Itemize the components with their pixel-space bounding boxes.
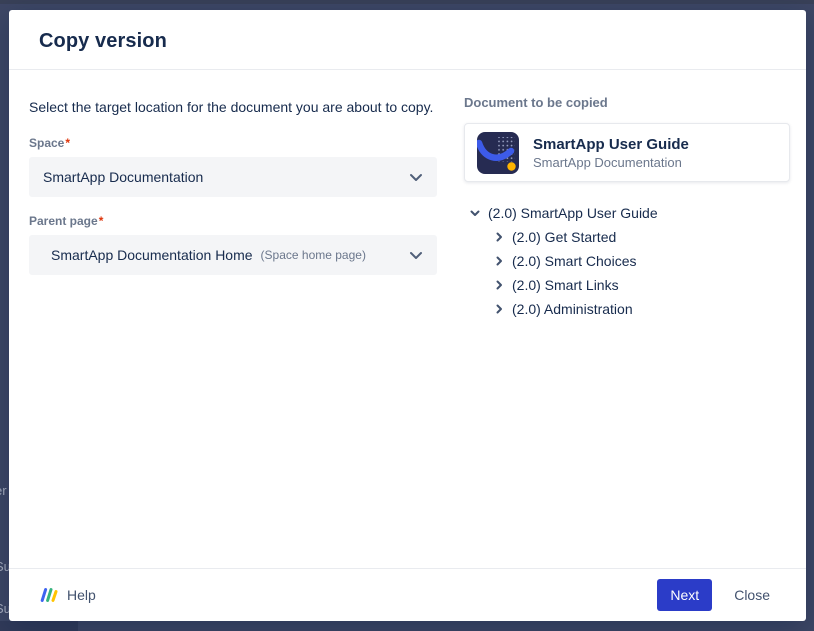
- tree-item-label: (2.0) Administration: [512, 301, 633, 317]
- tree-item-label: (2.0) Smart Choices: [512, 253, 636, 269]
- space-select[interactable]: SmartApp Documentation: [29, 157, 437, 197]
- close-button[interactable]: Close: [722, 579, 782, 611]
- tree-item-label: (2.0) Get Started: [512, 229, 616, 245]
- help-link-label: Help: [67, 587, 96, 603]
- parent-page-field-label: Parent page*: [29, 214, 437, 228]
- document-panel-heading: Document to be copied: [464, 95, 790, 110]
- target-location-form: Select the target location for the docum…: [29, 95, 437, 568]
- backdrop-bottom-strip: [0, 621, 78, 631]
- space-label-text: Space: [29, 136, 64, 150]
- tree-item-label: (2.0) Smart Links: [512, 277, 619, 293]
- background-ghost-text: er: [0, 483, 7, 498]
- tree-item[interactable]: (2.0) Smart Choices: [464, 249, 790, 273]
- document-card: SmartApp User Guide SmartApp Documentati…: [464, 123, 790, 182]
- dialog-title: Copy version: [39, 30, 782, 53]
- document-card-subtitle: SmartApp Documentation: [533, 154, 689, 171]
- footer-actions: Next Close: [657, 579, 782, 611]
- chevron-down-icon: [409, 251, 423, 260]
- chevron-right-icon[interactable]: [493, 231, 505, 243]
- chevron-right-icon[interactable]: [493, 279, 505, 291]
- document-panel: Document to be copied SmartApp User Guid…: [464, 95, 790, 568]
- required-asterisk: *: [65, 136, 70, 150]
- tree-children: (2.0) Get Started (2.0) Smart Choices (2…: [464, 225, 790, 321]
- chevron-right-icon[interactable]: [493, 255, 505, 267]
- next-button[interactable]: Next: [657, 579, 712, 611]
- parent-page-select-hint: (Space home page): [261, 248, 366, 262]
- tree-item-root[interactable]: (2.0) SmartApp User Guide: [464, 201, 790, 225]
- chevron-right-icon[interactable]: [493, 303, 505, 315]
- backdrop-top-line: [0, 0, 814, 4]
- space-field-label: Space*: [29, 136, 437, 150]
- parent-page-label-text: Parent page: [29, 214, 98, 228]
- space-select-value: SmartApp Documentation: [43, 169, 203, 185]
- chevron-down-icon[interactable]: [469, 207, 481, 219]
- page-tree: (2.0) SmartApp User Guide (2.0) Get Star…: [464, 201, 790, 321]
- vendor-logo-icon: [39, 587, 58, 603]
- document-card-title: SmartApp User Guide: [533, 135, 689, 154]
- parent-page-select[interactable]: SmartApp Documentation Home (Space home …: [29, 235, 437, 275]
- tree-item-label: (2.0) SmartApp User Guide: [488, 205, 658, 221]
- dialog-header: Copy version: [9, 10, 806, 70]
- parent-page-select-value: SmartApp Documentation Home: [51, 247, 253, 263]
- copy-version-dialog: Copy version Select the target location …: [9, 10, 806, 621]
- tree-item[interactable]: (2.0) Get Started: [464, 225, 790, 249]
- chevron-down-icon: [409, 173, 423, 182]
- dialog-description: Select the target location for the docum…: [29, 95, 437, 120]
- tree-item[interactable]: (2.0) Smart Links: [464, 273, 790, 297]
- document-app-icon: [477, 132, 519, 174]
- tree-item[interactable]: (2.0) Administration: [464, 297, 790, 321]
- document-card-text: SmartApp User Guide SmartApp Documentati…: [533, 135, 689, 171]
- help-link[interactable]: Help: [39, 587, 96, 603]
- required-asterisk: *: [99, 214, 104, 228]
- dialog-footer: Help Next Close: [9, 568, 806, 621]
- dialog-body: Select the target location for the docum…: [9, 70, 806, 568]
